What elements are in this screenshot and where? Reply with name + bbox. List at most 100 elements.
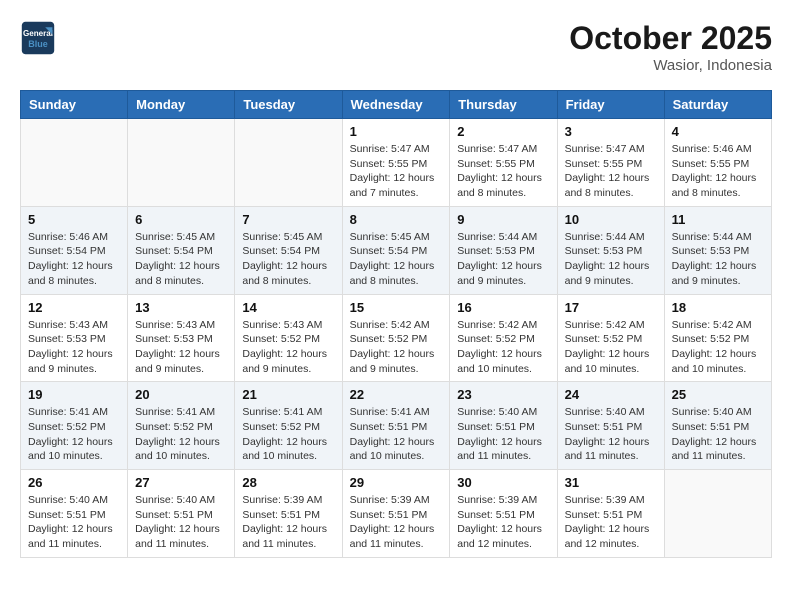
column-header-saturday: Saturday: [664, 91, 771, 119]
column-header-sunday: Sunday: [21, 91, 128, 119]
day-number: 23: [457, 387, 549, 402]
day-info: Sunrise: 5:41 AM Sunset: 5:51 PM Dayligh…: [350, 405, 443, 464]
calendar-cell: [664, 470, 771, 558]
calendar-cell: 29 Sunrise: 5:39 AM Sunset: 5:51 PM Dayli…: [342, 470, 450, 558]
day-info: Sunrise: 5:47 AM Sunset: 5:55 PM Dayligh…: [350, 142, 443, 201]
day-info: Sunrise: 5:43 AM Sunset: 5:53 PM Dayligh…: [135, 318, 227, 377]
calendar-cell: 10Sunrise: 5:44 AM Sunset: 5:53 PM Dayli…: [557, 206, 664, 294]
day-number: 15: [350, 300, 443, 315]
calendar-cell: 31Sunrise: 5:39 AM Sunset: 5:51 PM Dayli…: [557, 470, 664, 558]
column-header-tuesday: Tuesday: [235, 91, 342, 119]
calendar-cell: 20Sunrise: 5:41 AM Sunset: 5:52 PM Dayli…: [128, 382, 235, 470]
day-info: Sunrise: 5:43 AM Sunset: 5:53 PM Dayligh…: [28, 318, 120, 377]
calendar-cell: 22 Sunrise: 5:41 AM Sunset: 5:51 PM Dayli…: [342, 382, 450, 470]
day-number: 29: [350, 475, 443, 490]
calendar-cell: 9 Sunrise: 5:44 AM Sunset: 5:53 PM Daylig…: [450, 206, 557, 294]
day-number: 14: [242, 300, 334, 315]
calendar-cell: 21 Sunrise: 5:41 AM Sunset: 5:52 PM Dayli…: [235, 382, 342, 470]
calendar-week-row: 5Sunrise: 5:46 AM Sunset: 5:54 PM Daylig…: [21, 206, 772, 294]
calendar-cell: 13 Sunrise: 5:43 AM Sunset: 5:53 PM Dayli…: [128, 294, 235, 382]
day-info: Sunrise: 5:43 AM Sunset: 5:52 PM Dayligh…: [242, 318, 334, 377]
day-number: 2: [457, 124, 549, 139]
day-info: Sunrise: 5:46 AM Sunset: 5:55 PM Dayligh…: [672, 142, 764, 201]
column-header-thursday: Thursday: [450, 91, 557, 119]
column-header-friday: Friday: [557, 91, 664, 119]
calendar-cell: 19 Sunrise: 5:41 AM Sunset: 5:52 PM Dayli…: [21, 382, 128, 470]
calendar-cell: 2 Sunrise: 5:47 AM Sunset: 5:55 PM Daylig…: [450, 119, 557, 207]
day-number: 8: [350, 212, 443, 227]
calendar-cell: 26 Sunrise: 5:40 AM Sunset: 5:51 PM Dayli…: [21, 470, 128, 558]
day-info: Sunrise: 5:40 AM Sunset: 5:51 PM Dayligh…: [135, 493, 227, 552]
calendar-cell: 30Sunrise: 5:39 AM Sunset: 5:51 PM Dayli…: [450, 470, 557, 558]
day-number: 9: [457, 212, 549, 227]
logo-icon: General Blue: [20, 20, 56, 56]
day-info: Sunrise: 5:40 AM Sunset: 5:51 PM Dayligh…: [28, 493, 120, 552]
day-number: 1: [350, 124, 443, 139]
day-info: Sunrise: 5:47 AM Sunset: 5:55 PM Dayligh…: [457, 142, 549, 201]
day-info: Sunrise: 5:47 AM Sunset: 5:55 PM Dayligh…: [565, 142, 657, 201]
calendar-cell: 24 Sunrise: 5:40 AM Sunset: 5:51 PM Dayli…: [557, 382, 664, 470]
day-info: Sunrise: 5:40 AM Sunset: 5:51 PM Dayligh…: [457, 405, 549, 464]
day-number: 25: [672, 387, 764, 402]
calendar-cell: 7Sunrise: 5:45 AM Sunset: 5:54 PM Daylig…: [235, 206, 342, 294]
calendar-cell: 14 Sunrise: 5:43 AM Sunset: 5:52 PM Dayli…: [235, 294, 342, 382]
day-number: 24: [565, 387, 657, 402]
day-info: Sunrise: 5:39 AM Sunset: 5:51 PM Dayligh…: [350, 493, 443, 552]
svg-text:Blue: Blue: [28, 39, 48, 49]
calendar-cell: [235, 119, 342, 207]
day-number: 3: [565, 124, 657, 139]
day-info: Sunrise: 5:41 AM Sunset: 5:52 PM Dayligh…: [135, 405, 227, 464]
calendar-cell: 15 Sunrise: 5:42 AM Sunset: 5:52 PM Dayli…: [342, 294, 450, 382]
day-number: 13: [135, 300, 227, 315]
calendar-cell: 1 Sunrise: 5:47 AM Sunset: 5:55 PM Daylig…: [342, 119, 450, 207]
day-number: 16: [457, 300, 549, 315]
day-info: Sunrise: 5:45 AM Sunset: 5:54 PM Dayligh…: [135, 230, 227, 289]
day-info: Sunrise: 5:42 AM Sunset: 5:52 PM Dayligh…: [565, 318, 657, 377]
day-number: 17: [565, 300, 657, 315]
day-number: 21: [242, 387, 334, 402]
day-number: 4: [672, 124, 764, 139]
page-header: General Blue October 2025 Wasior, Indone…: [20, 20, 772, 74]
day-info: Sunrise: 5:44 AM Sunset: 5:53 PM Dayligh…: [672, 230, 764, 289]
day-number: 11: [672, 212, 764, 227]
title-block: October 2025 Wasior, Indonesia: [569, 20, 772, 74]
calendar-cell: 18Sunrise: 5:42 AM Sunset: 5:52 PM Dayli…: [664, 294, 771, 382]
day-number: 31: [565, 475, 657, 490]
location-title: Wasior, Indonesia: [569, 57, 772, 74]
calendar-header-row: SundayMondayTuesdayWednesdayThursdayFrid…: [21, 91, 772, 119]
calendar-cell: 5Sunrise: 5:46 AM Sunset: 5:54 PM Daylig…: [21, 206, 128, 294]
calendar-cell: 28 Sunrise: 5:39 AM Sunset: 5:51 PM Dayli…: [235, 470, 342, 558]
calendar-week-row: 1 Sunrise: 5:47 AM Sunset: 5:55 PM Daylig…: [21, 119, 772, 207]
day-info: Sunrise: 5:42 AM Sunset: 5:52 PM Dayligh…: [350, 318, 443, 377]
day-number: 27: [135, 475, 227, 490]
day-number: 26: [28, 475, 120, 490]
day-info: Sunrise: 5:41 AM Sunset: 5:52 PM Dayligh…: [242, 405, 334, 464]
day-info: Sunrise: 5:44 AM Sunset: 5:53 PM Dayligh…: [565, 230, 657, 289]
calendar-week-row: 19 Sunrise: 5:41 AM Sunset: 5:52 PM Dayli…: [21, 382, 772, 470]
calendar-cell: [21, 119, 128, 207]
calendar-cell: 6Sunrise: 5:45 AM Sunset: 5:54 PM Daylig…: [128, 206, 235, 294]
day-number: 22: [350, 387, 443, 402]
day-number: 12: [28, 300, 120, 315]
logo: General Blue: [20, 20, 56, 56]
column-header-wednesday: Wednesday: [342, 91, 450, 119]
day-info: Sunrise: 5:39 AM Sunset: 5:51 PM Dayligh…: [457, 493, 549, 552]
day-info: Sunrise: 5:41 AM Sunset: 5:52 PM Dayligh…: [28, 405, 120, 464]
calendar-table: SundayMondayTuesdayWednesdayThursdayFrid…: [20, 90, 772, 558]
calendar-week-row: 26 Sunrise: 5:40 AM Sunset: 5:51 PM Dayli…: [21, 470, 772, 558]
day-info: Sunrise: 5:45 AM Sunset: 5:54 PM Dayligh…: [350, 230, 443, 289]
day-number: 19: [28, 387, 120, 402]
calendar-cell: 8 Sunrise: 5:45 AM Sunset: 5:54 PM Daylig…: [342, 206, 450, 294]
day-number: 28: [242, 475, 334, 490]
day-info: Sunrise: 5:40 AM Sunset: 5:51 PM Dayligh…: [672, 405, 764, 464]
day-info: Sunrise: 5:42 AM Sunset: 5:52 PM Dayligh…: [457, 318, 549, 377]
calendar-cell: 12 Sunrise: 5:43 AM Sunset: 5:53 PM Dayli…: [21, 294, 128, 382]
calendar-cell: 17 Sunrise: 5:42 AM Sunset: 5:52 PM Dayli…: [557, 294, 664, 382]
calendar-cell: 27 Sunrise: 5:40 AM Sunset: 5:51 PM Dayli…: [128, 470, 235, 558]
day-number: 18: [672, 300, 764, 315]
day-info: Sunrise: 5:44 AM Sunset: 5:53 PM Dayligh…: [457, 230, 549, 289]
calendar-cell: 23 Sunrise: 5:40 AM Sunset: 5:51 PM Dayli…: [450, 382, 557, 470]
day-info: Sunrise: 5:39 AM Sunset: 5:51 PM Dayligh…: [242, 493, 334, 552]
calendar-cell: 16 Sunrise: 5:42 AM Sunset: 5:52 PM Dayli…: [450, 294, 557, 382]
day-info: Sunrise: 5:40 AM Sunset: 5:51 PM Dayligh…: [565, 405, 657, 464]
